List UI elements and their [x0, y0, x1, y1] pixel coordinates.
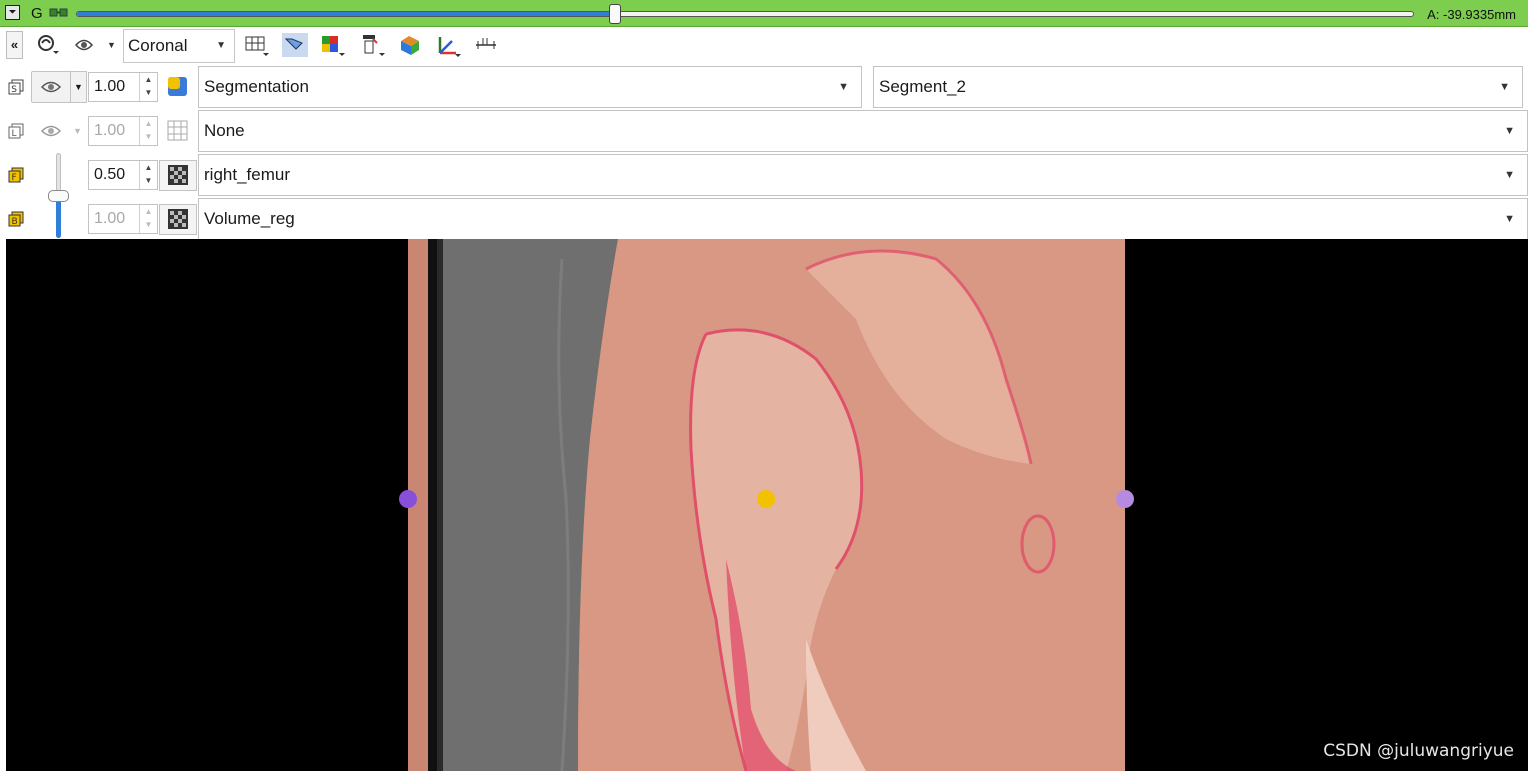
segmentation-opacity-spinbox[interactable]: 1.00 ▲ ▼	[88, 72, 158, 102]
segmentation-visibility-menu[interactable]: ▼	[70, 71, 87, 103]
layout-icon[interactable]	[244, 33, 270, 57]
slice-offset-bar: ⏷ G A: -39.9335mm	[0, 0, 1528, 27]
volume-render-icon[interactable]	[397, 33, 423, 57]
link-icon[interactable]	[49, 6, 68, 19]
label-layer-icon: L	[8, 123, 24, 139]
label-visibility-caret-icon[interactable]: ▼	[73, 126, 82, 136]
fg-bg-fader-fill	[56, 195, 61, 238]
svg-text:F: F	[12, 173, 17, 183]
background-node-selector[interactable]: Volume_reg ▼	[198, 198, 1528, 240]
segmentation-visibility-button[interactable]	[31, 71, 71, 103]
slice-offset-value: A: -39.9335mm	[1427, 7, 1516, 22]
segment-value: Segment_2	[879, 77, 966, 96]
segment-selector[interactable]: Segment_2 ▼	[873, 66, 1523, 108]
background-layer-row: B 1.00 ▲ ▼ Volume_reg ▼	[0, 197, 1528, 241]
spin-arrows-icon[interactable]: ▲ ▼	[139, 117, 157, 145]
eye-icon[interactable]	[40, 123, 62, 139]
foreground-node-value: right_femur	[204, 165, 290, 184]
segmentation-layer-row: S ▼ 1.00 ▲ ▼ Segmentation ▼ Segment_2 ▼	[0, 65, 1528, 109]
segmentation-display-icon[interactable]	[320, 33, 346, 57]
left-marker[interactable]	[399, 490, 417, 508]
chevron-down-icon: ▼	[1504, 169, 1515, 181]
chevron-down-icon: ▼	[838, 81, 849, 93]
spin-arrows-icon[interactable]: ▲ ▼	[139, 205, 157, 233]
slice-offset-handle[interactable]	[609, 4, 622, 24]
slice-offset-slider[interactable]	[76, 11, 1414, 17]
foreground-display-button[interactable]	[159, 160, 197, 191]
checkerboard-icon	[168, 165, 188, 185]
foreground-layer-row: F 0.50 ▲ ▼ right_femur ▼	[0, 153, 1528, 197]
background-opacity-spinbox[interactable]: 1.00 ▲ ▼	[88, 204, 158, 234]
label-layer-row: L ▼ 1.00 ▲ ▼ None ▼	[0, 109, 1528, 153]
slice-controller-toolbar: « ▼ Coronal ▼	[0, 27, 1528, 65]
chevron-down-icon: ▼	[1499, 81, 1510, 93]
segmentation-node-selector[interactable]: Segmentation ▼	[198, 66, 862, 108]
visibility-caret-icon[interactable]: ▼	[107, 40, 116, 50]
foreground-node-selector[interactable]: right_femur ▼	[198, 154, 1528, 196]
view-name-label: G	[31, 5, 43, 22]
spin-arrows-icon[interactable]: ▲ ▼	[139, 161, 157, 189]
reformat-icon[interactable]	[436, 33, 462, 57]
pin-icon[interactable]: ⏷	[5, 5, 20, 20]
background-node-value: Volume_reg	[204, 209, 295, 228]
right-marker[interactable]	[1116, 490, 1134, 508]
foreground-opacity-spinbox[interactable]: 0.50 ▲ ▼	[88, 160, 158, 190]
link-views-icon[interactable]	[35, 33, 61, 57]
annotation-icon[interactable]	[360, 33, 386, 57]
fg-bg-fader-handle[interactable]	[48, 189, 69, 202]
slice-view[interactable]: CSDN @juluwangriyue	[6, 239, 1528, 771]
svg-text:L: L	[12, 129, 17, 139]
chevron-down-icon: ▼	[216, 40, 226, 51]
ruler-icon[interactable]	[474, 33, 500, 57]
foreground-layer-icon: F	[8, 167, 24, 183]
orientation-selector[interactable]: Coronal ▼	[123, 29, 235, 63]
label-node-value: None	[204, 121, 245, 140]
collapse-button[interactable]: «	[6, 31, 23, 59]
svg-text:S: S	[11, 85, 17, 95]
segmentation-opacity-value: 1.00	[94, 78, 126, 95]
chevron-down-icon: ▼	[1504, 213, 1515, 225]
eye-icon	[40, 81, 62, 93]
label-opacity-spinbox[interactable]: 1.00 ▲ ▼	[88, 116, 158, 146]
center-marker[interactable]	[757, 490, 775, 508]
segmentation-layer-icon: S	[8, 79, 24, 95]
background-display-button[interactable]	[159, 204, 197, 235]
watermark-text: CSDN @juluwangriyue	[1323, 741, 1514, 761]
background-layer-icon: B	[8, 211, 24, 227]
label-grid-icon[interactable]	[167, 120, 188, 141]
label-opacity-value: 1.00	[94, 122, 126, 139]
background-opacity-value: 1.00	[94, 210, 126, 227]
spin-arrows-icon[interactable]: ▲ ▼	[139, 73, 157, 101]
chevron-down-icon: ▼	[1504, 125, 1515, 137]
svg-text:B: B	[12, 217, 18, 227]
ct-slice-image	[399, 239, 1134, 771]
slice-offset-fill	[77, 12, 616, 16]
orientation-value: Coronal	[128, 36, 188, 55]
foreground-opacity-value: 0.50	[94, 166, 126, 183]
label-node-selector[interactable]: None ▼	[198, 110, 1528, 152]
checkerboard-icon	[168, 209, 188, 229]
segmentation-node-value: Segmentation	[204, 77, 309, 96]
slice-intersection-icon[interactable]	[282, 33, 308, 57]
segmentation-color-icon[interactable]	[167, 76, 188, 97]
visibility-icon[interactable]	[73, 33, 99, 57]
